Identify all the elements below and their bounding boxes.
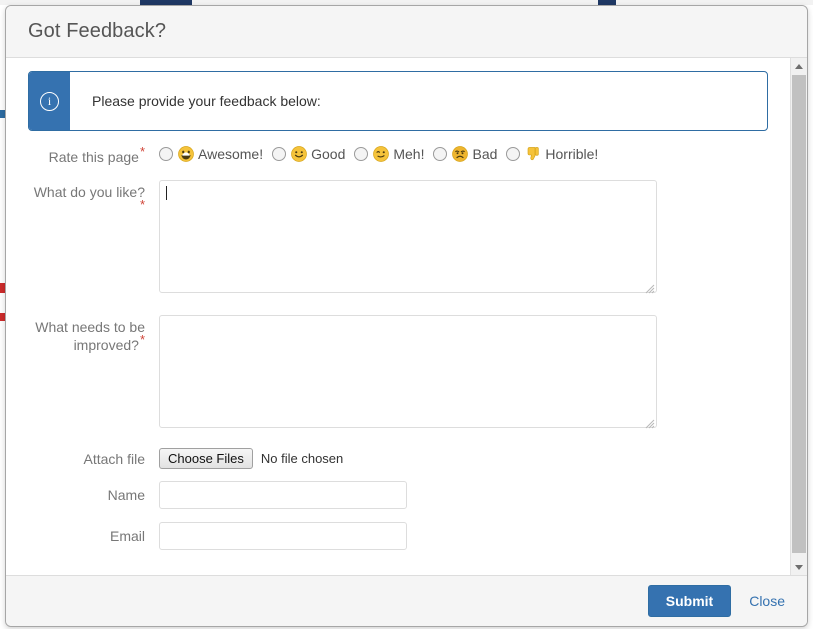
choose-files-button[interactable]: Choose Files	[159, 448, 253, 469]
smiling-face-emoji	[291, 146, 307, 162]
form-row-name: Name	[28, 481, 768, 509]
file-chosen-status: No file chosen	[261, 451, 343, 466]
name-input[interactable]	[159, 481, 407, 509]
rating-option-meh[interactable]: Meh!	[354, 146, 424, 162]
rating-label: Rate this page*	[28, 145, 159, 166]
form-row-improve: What needs to be improved?*	[28, 315, 768, 431]
dialog-body: i Please provide your feedback below: Ra…	[6, 58, 790, 575]
rating-option-bad[interactable]: Bad	[433, 146, 497, 162]
required-asterisk: *	[140, 197, 145, 212]
radio-button[interactable]	[159, 147, 173, 161]
info-alert-icon-container: i	[29, 72, 70, 130]
scrollbar-thumb[interactable]	[792, 75, 806, 553]
improve-textarea[interactable]	[159, 315, 657, 428]
attach-label: Attach file	[28, 447, 159, 468]
file-input-group[interactable]: Choose Files No file chosen	[159, 447, 343, 469]
close-link[interactable]: Close	[749, 593, 785, 609]
rating-option-good[interactable]: Good	[272, 146, 345, 162]
form-row-email: Email	[28, 522, 768, 550]
likes-textarea[interactable]	[159, 180, 657, 293]
required-asterisk: *	[140, 332, 145, 347]
info-circle-icon: i	[40, 92, 59, 111]
likes-textarea-wrapper	[159, 180, 657, 296]
dialog-body-wrapper: i Please provide your feedback below: Ra…	[6, 58, 807, 575]
scrollbar-down-button[interactable]	[791, 559, 807, 575]
email-input[interactable]	[159, 522, 407, 550]
radio-button[interactable]	[272, 147, 286, 161]
form-row-likes: What do you like?*	[28, 180, 768, 296]
dialog-title: Got Feedback?	[28, 20, 166, 43]
rating-option-label: Good	[311, 146, 345, 162]
form-row-rating: Rate this page* Awesome!	[28, 145, 768, 166]
dialog-header: Got Feedback?	[6, 6, 807, 58]
thumbs-down-emoji	[525, 146, 541, 162]
feedback-dialog: Got Feedback? i Please provide your feed…	[5, 5, 808, 627]
text-caret	[166, 186, 167, 200]
dialog-footer: Submit Close	[6, 575, 807, 626]
rating-option-label: Meh!	[393, 146, 424, 162]
rating-option-label: Bad	[472, 146, 497, 162]
rating-option-horrible[interactable]: Horrible!	[506, 146, 598, 162]
info-alert: i Please provide your feedback below:	[28, 71, 768, 131]
required-asterisk: *	[140, 144, 145, 159]
feedback-form: Rate this page* Awesome!	[6, 145, 790, 550]
scrollbar-up-button[interactable]	[791, 58, 807, 74]
improve-textarea-wrapper	[159, 315, 657, 431]
likes-label: What do you like?*	[28, 180, 159, 219]
improve-label: What needs to be improved?*	[28, 315, 159, 354]
rating-radio-group[interactable]: Awesome! Good	[159, 145, 607, 162]
radio-button[interactable]	[433, 147, 447, 161]
info-alert-message: Please provide your feedback below:	[70, 72, 321, 130]
neutral-winking-face-emoji	[373, 146, 389, 162]
body-scrollbar[interactable]	[790, 58, 807, 575]
submit-button[interactable]: Submit	[648, 585, 731, 617]
radio-button[interactable]	[506, 147, 520, 161]
chevron-down-icon	[795, 565, 803, 570]
chevron-up-icon	[795, 64, 803, 69]
name-label: Name	[28, 481, 159, 504]
frowning-face-emoji	[452, 146, 468, 162]
grinning-face-emoji	[178, 146, 194, 162]
rating-option-label: Horrible!	[545, 146, 598, 162]
radio-button[interactable]	[354, 147, 368, 161]
email-label: Email	[28, 522, 159, 545]
rating-option-awesome[interactable]: Awesome!	[159, 146, 263, 162]
form-row-attach: Attach file Choose Files No file chosen	[28, 447, 768, 469]
rating-option-label: Awesome!	[198, 146, 263, 162]
